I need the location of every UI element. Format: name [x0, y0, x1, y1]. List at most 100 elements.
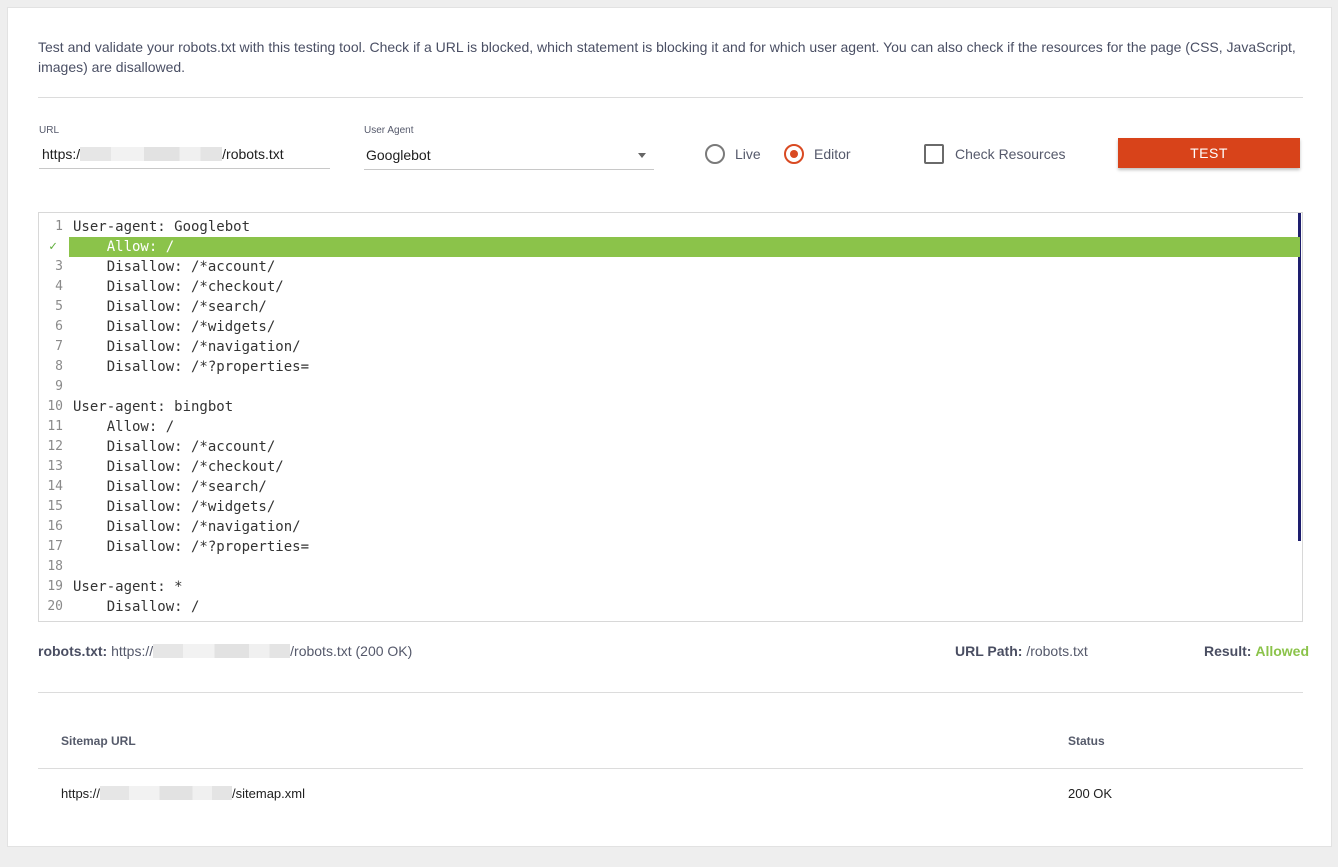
line-text: Disallow: /*navigation/: [73, 519, 301, 535]
intro-description: Test and validate your robots.txt with t…: [38, 39, 1296, 75]
line-number: 17: [47, 539, 63, 554]
editor-line[interactable]: 4 Disallow: /*checkout/: [39, 277, 1300, 297]
table-divider: [38, 768, 1303, 769]
editor-line[interactable]: 7 Disallow: /*navigation/: [39, 337, 1300, 357]
redacted-domain: [100, 786, 233, 800]
line-text: Disallow: /*search/: [73, 479, 267, 495]
editor-line[interactable]: 12 Disallow: /*account/: [39, 437, 1300, 457]
line-number: 15: [47, 499, 63, 514]
robots-status: robots.txt: https:// /robots.txt (200 OK): [38, 643, 412, 659]
line-number: 4: [55, 279, 63, 294]
line-number: 18: [47, 559, 63, 574]
line-text: Disallow: /*?properties=: [73, 539, 310, 555]
sitemap-url-suffix: /sitemap.xml: [232, 786, 305, 801]
editor-line[interactable]: 20 Disallow: /: [39, 597, 1300, 617]
line-number: 9: [55, 379, 63, 394]
line-text: User-agent: *: [73, 579, 183, 595]
line-text: Disallow: /*search/: [73, 299, 267, 315]
editor-line[interactable]: 18: [39, 557, 1300, 577]
radio-unselected-icon: [705, 144, 725, 164]
editor-line[interactable]: ✓ Allow: /: [39, 237, 1300, 257]
editor-line[interactable]: 10 User-agent: bingbot: [39, 397, 1300, 417]
line-text: Disallow: /: [73, 599, 200, 615]
match-highlight: [69, 237, 1300, 257]
line-number: 3: [55, 259, 63, 274]
mode-live-label: Live: [735, 146, 761, 162]
line-text: User-agent: bingbot: [73, 399, 234, 415]
line-text: Disallow: /*account/: [73, 259, 276, 275]
line-text: Disallow: /*account/: [73, 439, 276, 455]
robots-label: robots.txt:: [38, 643, 108, 659]
editor-line[interactable]: 13 Disallow: /*checkout/: [39, 457, 1300, 477]
editor-line[interactable]: 6 Disallow: /*widgets/: [39, 317, 1300, 337]
result-value: Allowed: [1255, 643, 1310, 659]
chevron-down-icon: [638, 153, 646, 158]
editor-line[interactable]: 15 Disallow: /*widgets/: [39, 497, 1300, 517]
editor-line[interactable]: 11 Allow: /: [39, 417, 1300, 437]
editor-line[interactable]: 3 Disallow: /*account/: [39, 257, 1300, 277]
editor-line[interactable]: 17 Disallow: /*?properties=: [39, 537, 1300, 557]
divider: [38, 692, 1303, 693]
user-agent-select[interactable]: Googlebot: [364, 144, 654, 170]
line-text: User-agent: Googlebot: [73, 219, 251, 235]
line-number: 20: [47, 599, 63, 614]
line-number: 6: [55, 319, 63, 334]
check-icon: ✓: [49, 239, 57, 254]
url-suffix: /robots.txt: [222, 146, 284, 162]
test-button[interactable]: TEST: [1118, 138, 1300, 168]
editor-line[interactable]: 9: [39, 377, 1300, 397]
url-input[interactable]: https:/ /robots.txt: [39, 143, 330, 169]
editor-line[interactable]: 8 Disallow: /*?properties=: [39, 357, 1300, 377]
line-text: Disallow: /*checkout/: [73, 459, 284, 475]
divider: [38, 97, 1303, 98]
url-label: URL: [39, 125, 60, 136]
line-number: 19: [47, 579, 63, 594]
robots-suffix: /robots.txt (200 OK): [290, 643, 413, 659]
line-text: Disallow: /*widgets/: [73, 319, 276, 335]
url-path-info: URL Path: /robots.txt: [955, 643, 1088, 659]
url-path-value: /robots.txt: [1026, 643, 1088, 659]
robots-prefix: https://: [111, 643, 154, 659]
mode-editor-radio[interactable]: Editor: [784, 144, 851, 164]
editor-line[interactable]: 5 Disallow: /*search/: [39, 297, 1300, 317]
robots-editor[interactable]: 1 User-agent: Googlebot ✓ Allow: /3 Disall…: [38, 212, 1303, 622]
check-resources-label: Check Resources: [955, 146, 1066, 162]
result-info: Result: Allowed: [1204, 643, 1309, 659]
sitemap-url-cell[interactable]: https:// /sitemap.xml: [61, 786, 305, 801]
mode-editor-label: Editor: [814, 146, 851, 162]
editor-line[interactable]: 14 Disallow: /*search/: [39, 477, 1300, 497]
editor-line[interactable]: 1 User-agent: Googlebot: [39, 217, 1300, 237]
radio-selected-icon: [784, 144, 804, 164]
line-number: 5: [55, 299, 63, 314]
line-text: Allow: /: [73, 419, 175, 435]
line-text: Disallow: /*navigation/: [73, 339, 301, 355]
sitemap-url-header: Sitemap URL: [61, 734, 136, 748]
editor-line[interactable]: 16 Disallow: /*navigation/: [39, 517, 1300, 537]
line-number: 8: [55, 359, 63, 374]
line-number: 1: [55, 219, 63, 234]
line-text: Disallow: /*checkout/: [73, 279, 284, 295]
line-number: 13: [47, 459, 63, 474]
line-text: Disallow: /*?properties=: [73, 359, 310, 375]
line-number: 12: [47, 439, 63, 454]
line-text: Allow: /: [73, 239, 175, 255]
line-number: 14: [47, 479, 63, 494]
redacted-domain: [80, 147, 223, 161]
url-path-label: URL Path:: [955, 643, 1023, 659]
user-agent-label: User Agent: [364, 125, 414, 136]
robots-tester-card: Test and validate your robots.txt with t…: [7, 7, 1332, 847]
status-header: Status: [1068, 734, 1105, 748]
line-text: Disallow: /*widgets/: [73, 499, 276, 515]
line-number: 16: [47, 519, 63, 534]
line-number: 7: [55, 339, 63, 354]
sitemap-url-prefix: https://: [61, 786, 101, 801]
user-agent-value: Googlebot: [366, 147, 431, 163]
redacted-domain: [153, 644, 291, 658]
editor-line[interactable]: 19 User-agent: *: [39, 577, 1300, 597]
result-label: Result:: [1204, 643, 1252, 659]
check-resources-checkbox[interactable]: Check Resources: [924, 144, 1066, 164]
line-number: 11: [47, 419, 63, 434]
url-prefix: https:/: [42, 146, 81, 162]
mode-live-radio[interactable]: Live: [705, 144, 761, 164]
checkbox-icon: [924, 144, 944, 164]
